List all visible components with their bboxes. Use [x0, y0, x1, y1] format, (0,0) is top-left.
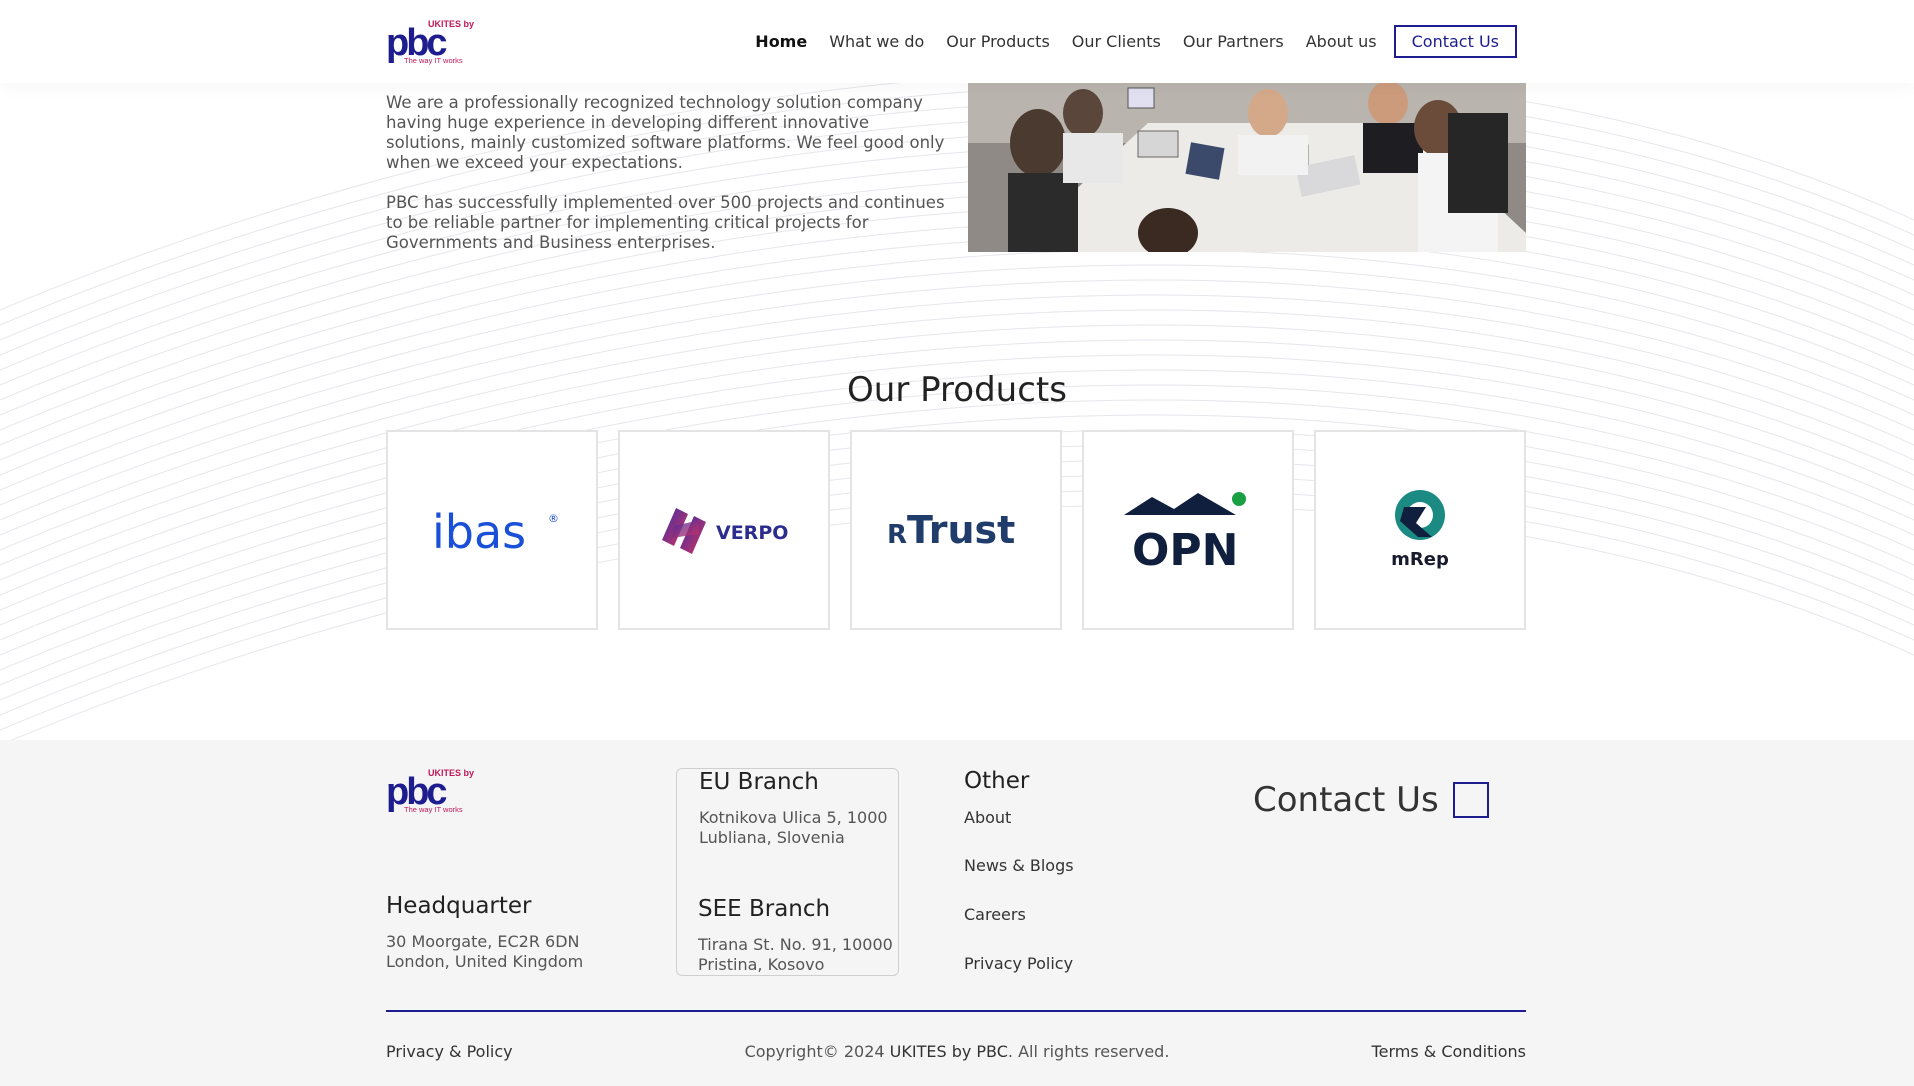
nav-our-clients[interactable]: Our Clients	[1072, 32, 1161, 51]
svg-text:Trust: Trust	[907, 508, 1015, 552]
product-card-rtrust[interactable]: R Trust	[850, 430, 1062, 630]
product-card-mrep[interactable]: mRep	[1314, 430, 1526, 630]
svg-text:VERPO: VERPO	[716, 522, 788, 544]
footer-link-about[interactable]: About	[964, 808, 1011, 827]
mrep-logo: mRep	[1391, 490, 1449, 570]
copyright-suffix: . All rights reserved.	[1007, 1042, 1170, 1061]
product-card-opn[interactable]: OPN	[1082, 430, 1294, 630]
ibas-logo: ibas ®	[432, 505, 559, 559]
nav-our-products[interactable]: Our Products	[946, 32, 1049, 51]
footer-link-careers[interactable]: Careers	[964, 905, 1026, 924]
footer-logo[interactable]: UKITES by pbc The way IT works	[386, 765, 482, 815]
copyright: Copyright© 2024 UKITES by PBC. All right…	[0, 1042, 1914, 1061]
copyright-prefix: Copyright© 2024	[744, 1042, 890, 1061]
logo[interactable]: UKITES by pbc The way IT works	[386, 16, 482, 66]
svg-text:OPN: OPN	[1132, 525, 1238, 575]
nav-home[interactable]: Home	[755, 32, 807, 51]
svg-text:R: R	[887, 520, 907, 550]
nav-about-us[interactable]: About us	[1306, 32, 1377, 51]
site-header: UKITES by pbc The way IT works Home What…	[0, 0, 1914, 83]
see-branch-address-line1: Tirana St. No. 91, 10000	[698, 935, 893, 954]
intro-paragraph-2: PBC has successfully implemented over 50…	[386, 193, 945, 252]
products-grid: ibas ® VERPO R Trust OPN mRep	[386, 430, 1526, 630]
svg-text:mRep: mRep	[1391, 549, 1449, 570]
other-title: Other	[964, 768, 1030, 794]
main-nav: Home What we do Our Products Our Clients…	[733, 24, 1517, 58]
verpo-logo: VERPO	[662, 508, 788, 554]
svg-text:The way IT works: The way IT works	[404, 805, 463, 814]
site-footer: UKITES by pbc The way IT works Headquart…	[0, 740, 1914, 1086]
nav-our-partners[interactable]: Our Partners	[1183, 32, 1284, 51]
svg-text:®: ®	[548, 512, 559, 525]
intro-paragraph-1: We are a professionally recognized techn…	[386, 93, 945, 172]
headquarter-address-line1: 30 Moorgate, EC2R 6DN	[386, 932, 580, 951]
product-card-ibas[interactable]: ibas ®	[386, 430, 598, 630]
copyright-brand: UKITES by PBC	[889, 1042, 1008, 1061]
eu-branch-address-line2: Lubliana, Slovenia	[699, 828, 845, 847]
logo-tagline: The way IT works	[404, 56, 463, 65]
svg-text:ibas: ibas	[432, 505, 526, 559]
footer-divider	[386, 1010, 1526, 1012]
footer-link-privacy-policy[interactable]: Privacy Policy	[964, 954, 1073, 973]
headquarter-title: Headquarter	[386, 893, 532, 919]
see-branch-title: SEE Branch	[698, 896, 831, 922]
eu-branch-address-line1: Kotnikova Ulica 5, 1000	[699, 808, 888, 827]
footer-terms-link[interactable]: Terms & Conditions	[1372, 1042, 1526, 1061]
see-branch-address-line2: Pristina, Kosovo	[698, 955, 825, 974]
rtrust-logo: R Trust	[887, 508, 1015, 552]
team-meeting-photo	[968, 83, 1526, 252]
nav-contact-us-button[interactable]: Contact Us	[1393, 24, 1517, 58]
intro-section: We are a professionally recognized techn…	[386, 93, 946, 273]
opn-logo: OPN	[1124, 492, 1246, 575]
nav-what-we-do[interactable]: What we do	[829, 32, 924, 51]
product-card-verpo[interactable]: VERPO	[618, 430, 830, 630]
branches-box: EU Branch Kotnikova Ulica 5, 1000 Lublia…	[676, 768, 899, 976]
footer-contact-us[interactable]: Contact Us	[1253, 780, 1439, 820]
footer-link-news-blogs[interactable]: News & Blogs	[964, 856, 1074, 875]
products-heading: Our Products	[847, 370, 1067, 410]
footer-contact-us-icon[interactable]	[1453, 782, 1489, 818]
eu-branch-title: EU Branch	[699, 769, 819, 795]
headquarter-address-line2: London, United Kingdom	[386, 952, 584, 971]
